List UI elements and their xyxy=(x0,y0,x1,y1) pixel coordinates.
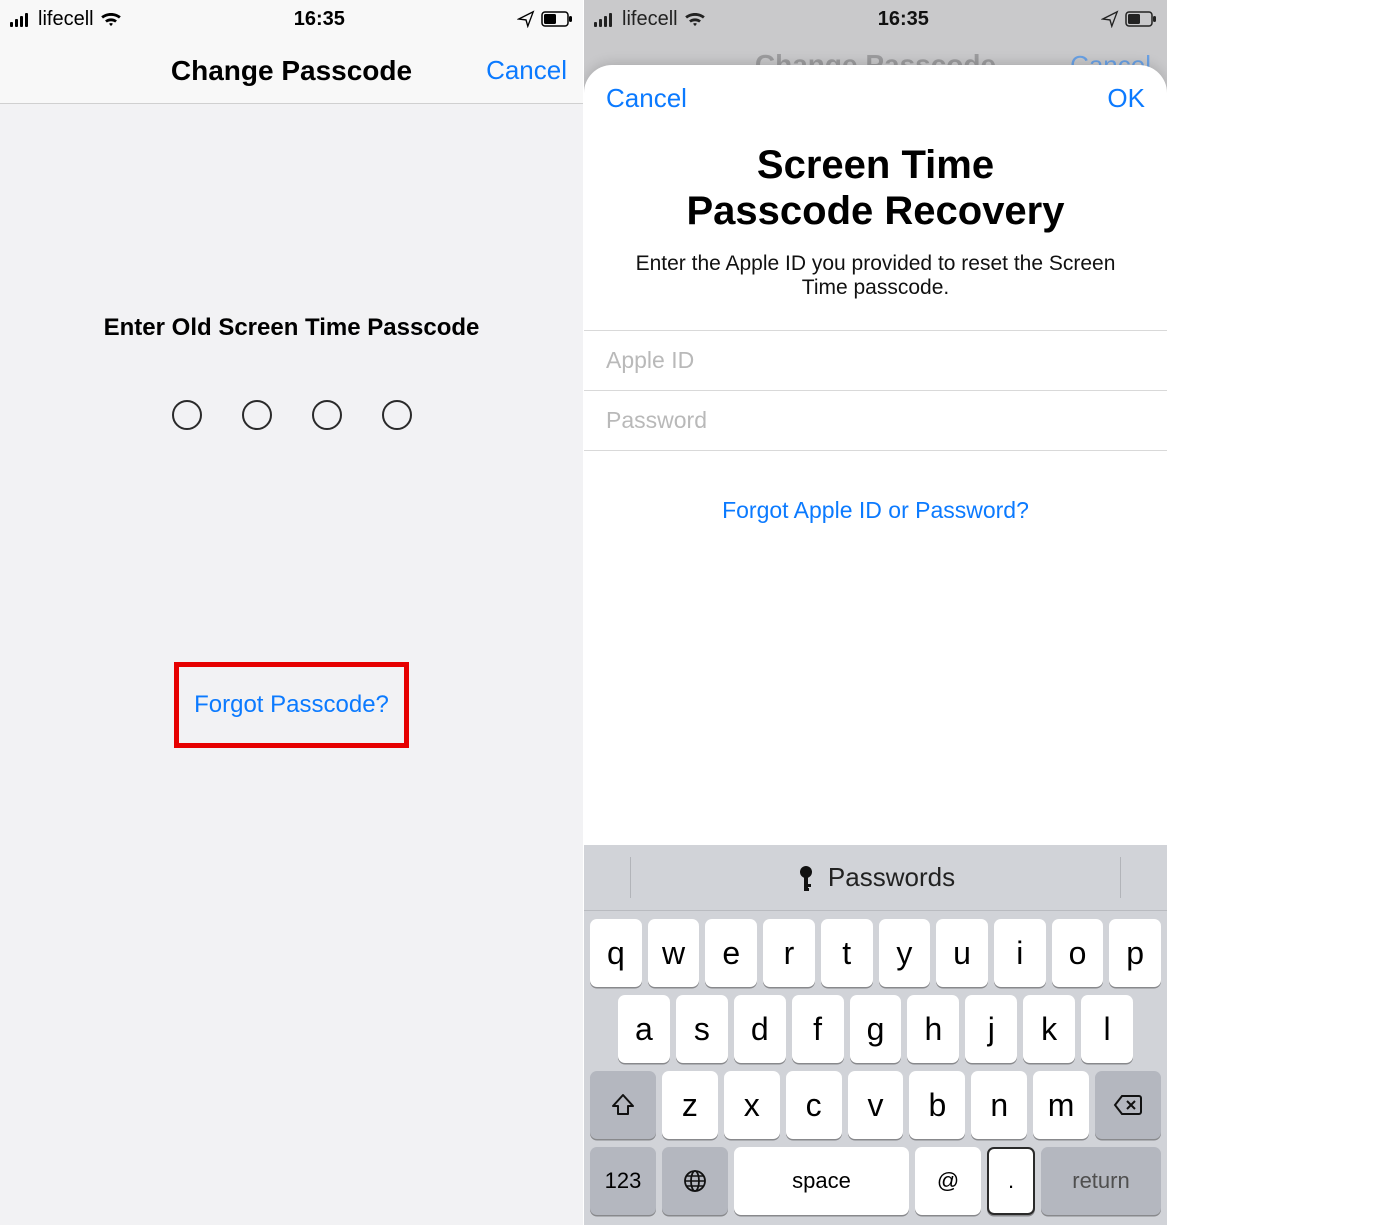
signal-icon xyxy=(10,11,32,27)
carrier-label: lifecell xyxy=(38,8,94,31)
globe-icon xyxy=(682,1168,708,1194)
key-n[interactable]: n xyxy=(971,1071,1027,1139)
battery-icon xyxy=(541,11,573,27)
keyboard-suggestion-label: Passwords xyxy=(828,862,955,893)
return-key[interactable]: return xyxy=(1041,1147,1161,1215)
keyboard-row: 123 space @ . return xyxy=(584,1139,1167,1215)
keyboard-suggestion-bar[interactable]: Passwords xyxy=(584,845,1167,911)
keyboard-row: a s d f g h j k l xyxy=(584,987,1167,1063)
sheet-title: Screen Time Passcode Recovery xyxy=(584,124,1167,234)
space-key[interactable]: space xyxy=(734,1147,909,1215)
location-icon xyxy=(517,10,535,28)
key-y[interactable]: y xyxy=(879,919,931,987)
backspace-key[interactable] xyxy=(1095,1071,1161,1139)
page-title: Change Passcode xyxy=(171,55,412,87)
battery-icon xyxy=(1125,11,1157,27)
whitespace xyxy=(1167,0,1379,1225)
passcode-dot xyxy=(172,400,202,430)
carrier-label: lifecell xyxy=(622,8,678,31)
key-c[interactable]: c xyxy=(786,1071,842,1139)
key-u[interactable]: u xyxy=(936,919,988,987)
wifi-icon xyxy=(684,11,706,27)
key-h[interactable]: h xyxy=(907,995,959,1063)
key-g[interactable]: g xyxy=(850,995,902,1063)
key-v[interactable]: v xyxy=(848,1071,904,1139)
keyboard-row: z x c v b n m xyxy=(584,1063,1167,1139)
status-time: 16:35 xyxy=(878,8,929,31)
signal-icon xyxy=(594,11,616,27)
sheet-cancel-button[interactable]: Cancel xyxy=(606,83,687,114)
passcode-dot xyxy=(382,400,412,430)
key-m[interactable]: m xyxy=(1033,1071,1089,1139)
passcode-prompt: Enter Old Screen Time Passcode xyxy=(0,314,583,342)
numeric-key[interactable]: 123 xyxy=(590,1147,656,1215)
key-r[interactable]: r xyxy=(763,919,815,987)
forgot-apple-id-link[interactable]: Forgot Apple ID or Password? xyxy=(584,451,1167,564)
highlight-box: Forgot Passcode? xyxy=(174,662,409,748)
key-l[interactable]: l xyxy=(1081,995,1133,1063)
key-i[interactable]: i xyxy=(994,919,1046,987)
key-j[interactable]: j xyxy=(965,995,1017,1063)
forgot-passcode-link[interactable]: Forgot Passcode? xyxy=(194,691,389,719)
location-icon xyxy=(1101,10,1119,28)
nav-bar: Change Passcode Cancel xyxy=(0,38,583,104)
apple-id-field[interactable]: Apple ID xyxy=(584,330,1167,390)
dot-key[interactable]: . xyxy=(987,1147,1035,1215)
key-o[interactable]: o xyxy=(1052,919,1104,987)
key-f[interactable]: f xyxy=(792,995,844,1063)
keyboard: Passwords q w e r t y u i o p a s d f g … xyxy=(584,845,1167,1225)
status-bar: lifecell 16:35 xyxy=(0,0,583,38)
backspace-icon xyxy=(1113,1094,1143,1116)
sheet-subtitle: Enter the Apple ID you provided to reset… xyxy=(584,234,1167,330)
screenshot-left: lifecell 16:35 Change Passcode Cancel En… xyxy=(0,0,583,1225)
passcode-dot xyxy=(312,400,342,430)
key-p[interactable]: p xyxy=(1109,919,1161,987)
key-w[interactable]: w xyxy=(648,919,700,987)
status-time: 16:35 xyxy=(294,8,345,31)
key-e[interactable]: e xyxy=(705,919,757,987)
modal-sheet: Cancel OK Screen Time Passcode Recovery … xyxy=(584,65,1167,1225)
screenshot-right: lifecell 16:35 Change Passcode Cancel Ca… xyxy=(584,0,1167,1225)
key-icon xyxy=(796,865,816,891)
key-d[interactable]: d xyxy=(734,995,786,1063)
globe-key[interactable] xyxy=(662,1147,728,1215)
shift-key[interactable] xyxy=(590,1071,656,1139)
key-t[interactable]: t xyxy=(821,919,873,987)
sheet-ok-button[interactable]: OK xyxy=(1107,83,1145,114)
at-key[interactable]: @ xyxy=(915,1147,981,1215)
key-q[interactable]: q xyxy=(590,919,642,987)
key-b[interactable]: b xyxy=(909,1071,965,1139)
wifi-icon xyxy=(100,11,122,27)
shift-icon xyxy=(610,1092,636,1118)
passcode-input[interactable] xyxy=(0,400,583,430)
passcode-dot xyxy=(242,400,272,430)
cancel-button[interactable]: Cancel xyxy=(486,55,567,86)
status-bar: lifecell 16:35 xyxy=(584,0,1167,38)
keyboard-row: q w e r t y u i o p xyxy=(584,911,1167,987)
key-s[interactable]: s xyxy=(676,995,728,1063)
key-a[interactable]: a xyxy=(618,995,670,1063)
key-z[interactable]: z xyxy=(662,1071,718,1139)
password-field[interactable]: Password xyxy=(584,390,1167,451)
key-k[interactable]: k xyxy=(1023,995,1075,1063)
key-x[interactable]: x xyxy=(724,1071,780,1139)
